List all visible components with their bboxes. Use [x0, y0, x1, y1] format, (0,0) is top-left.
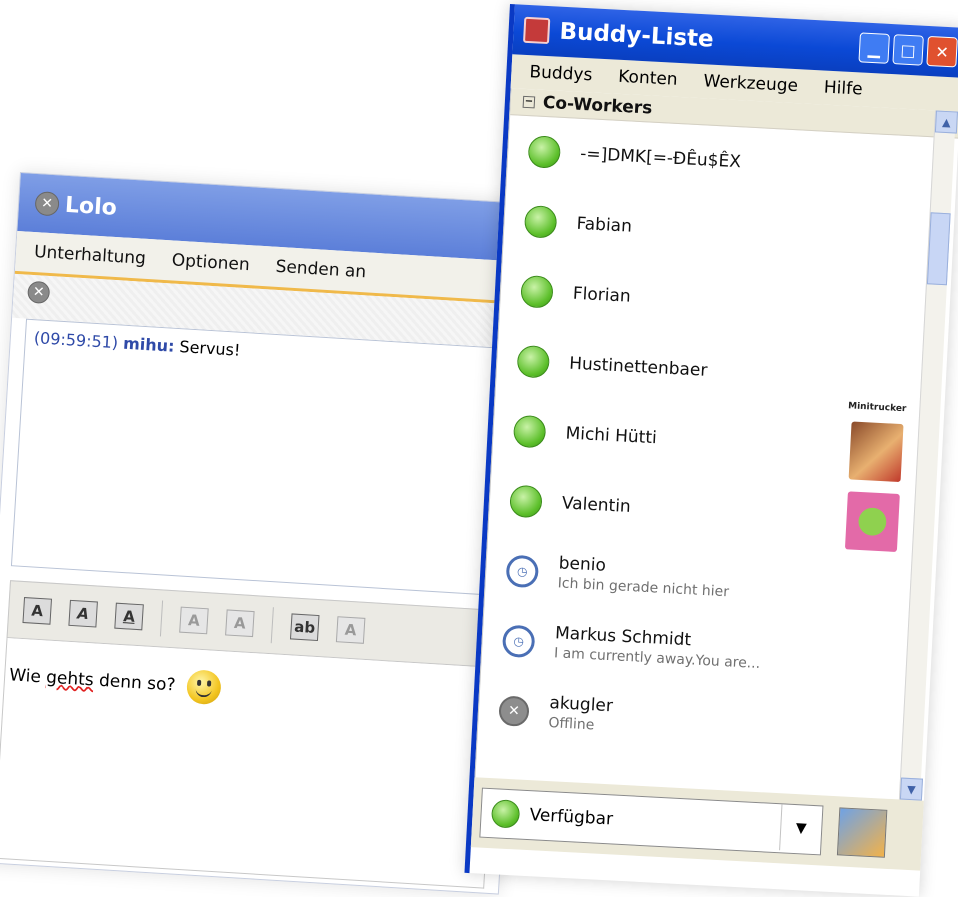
available-icon: [523, 205, 558, 239]
chevron-down-icon[interactable]: ▼: [779, 804, 823, 853]
scroll-thumb[interactable]: [926, 212, 951, 286]
bold-button[interactable]: A: [22, 597, 53, 625]
buddy-text: Markus Schmidt I am currently away.You a…: [554, 623, 762, 674]
away-icon: ◷: [505, 554, 540, 589]
font-larger-button[interactable]: A: [179, 606, 209, 635]
window-controls: ▁ □ ✕: [858, 32, 958, 68]
message-input[interactable]: Wie gehts denn so?: [0, 638, 498, 889]
buddy-name: Valentin: [561, 493, 632, 517]
close-icon[interactable]: ✕: [926, 35, 958, 68]
conversation-window: ✕ Lolo Unterhaltung Optionen Senden an ✕…: [0, 172, 542, 895]
buddy-name: Fabian: [576, 213, 633, 237]
app-icon: [522, 16, 551, 45]
menu-konten[interactable]: Konten: [618, 67, 678, 90]
buddy-name: Michi Hütti: [565, 423, 658, 449]
input-rest: denn so?: [98, 670, 177, 696]
buddy-avatar: [844, 491, 900, 552]
available-icon: [490, 799, 521, 829]
buddy-name: Florian: [572, 283, 632, 307]
buddy-avatar: [848, 421, 904, 483]
message-timestamp: (09:59:51): [33, 328, 119, 353]
buddy-status-message: Offline: [548, 715, 595, 734]
message-log: (09:59:51) mihu: Servus!: [10, 318, 518, 597]
message-text: Servus!: [178, 337, 241, 360]
away-icon: ◷: [501, 624, 536, 659]
close-tab-icon[interactable]: ✕: [27, 280, 51, 305]
buddy-name: -=]DMK[=-ÐÊu$ÊX: [579, 143, 742, 173]
offline-icon: ✕: [498, 695, 530, 727]
buddy-icon-button[interactable]: [836, 807, 888, 858]
message-nick: mihu:: [122, 333, 176, 356]
buddy-list-title: Buddy-Liste: [558, 18, 715, 53]
font-face-button[interactable]: ab: [289, 613, 320, 642]
collapse-icon[interactable]: −: [522, 95, 536, 109]
minimize-icon[interactable]: ▁: [858, 32, 890, 64]
buddy-name: Hustinettenbaer: [568, 353, 708, 381]
available-icon: [509, 484, 543, 519]
toolbar-separator: [270, 607, 274, 644]
menu-hilfe[interactable]: Hilfe: [823, 78, 863, 100]
menu-unterhaltung[interactable]: Unterhaltung: [34, 242, 147, 269]
status-dropdown[interactable]: Verfügbar ▼: [479, 787, 824, 856]
input-word: Wie: [8, 665, 42, 688]
scroll-up-icon[interactable]: ▲: [934, 110, 958, 134]
smiley-icon: [185, 669, 222, 706]
menu-buddys[interactable]: Buddys: [529, 62, 593, 85]
offline-icon: ✕: [34, 191, 60, 217]
group-name: Co-Workers: [542, 92, 653, 119]
conversation-title: Lolo: [64, 192, 118, 221]
toolbar-separator: [159, 600, 164, 637]
buddy-text: benio Ich bin gerade nicht hier: [557, 553, 730, 602]
buddy-text: akugler Offline: [548, 693, 613, 736]
maximize-icon[interactable]: □: [892, 34, 924, 66]
available-icon: [527, 135, 562, 169]
available-icon: [520, 274, 554, 309]
menu-optionen[interactable]: Optionen: [171, 250, 250, 275]
available-icon: [512, 414, 547, 449]
font-smaller-button[interactable]: A: [225, 609, 255, 638]
status-label: Verfügbar: [529, 805, 614, 830]
scroll-down-icon[interactable]: ▼: [899, 777, 924, 801]
misspelled-word: gehts: [45, 667, 95, 691]
menu-senden-an[interactable]: Senden an: [275, 257, 367, 282]
buddy-list-window: Buddy-Liste ▁ □ ✕ Buddys Konten Werkzeug…: [464, 4, 958, 897]
menu-werkzeuge[interactable]: Werkzeuge: [703, 71, 798, 96]
italic-button[interactable]: A: [68, 599, 98, 628]
buddy-list: − Co-Workers -=]DMK[=-ÐÊu$ÊX Fabian Flor…: [474, 88, 958, 801]
font-color-button[interactable]: A: [335, 616, 366, 644]
available-icon: [516, 344, 551, 379]
underline-button[interactable]: A: [114, 602, 144, 631]
